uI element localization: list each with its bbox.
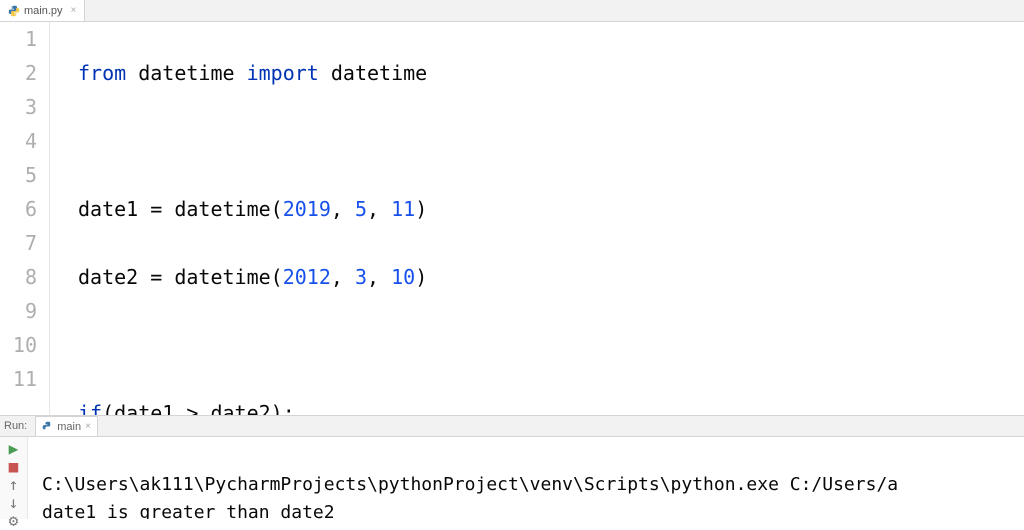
line-number-gutter: 1 2 3 4 5 6 7 8 9 10 11 — [0, 22, 50, 415]
run-tab-main[interactable]: main × — [35, 416, 98, 436]
run-tool-window-header: Run: main × — [0, 415, 1024, 437]
line-number: 8 — [0, 260, 37, 294]
code-line — [78, 124, 1024, 158]
close-icon[interactable]: × — [71, 5, 77, 16]
down-icon[interactable]: ↓ — [7, 495, 21, 509]
run-tab-label: main — [57, 421, 81, 433]
code-line — [78, 328, 1024, 362]
close-icon[interactable]: × — [85, 421, 91, 432]
settings-icon[interactable]: ⚙ — [7, 513, 21, 527]
run-toolbar: ▶ ■ ↑ ↓ ⚙ — [0, 437, 28, 519]
editor-tab-label: main.py — [24, 5, 63, 17]
editor-tab-main[interactable]: main.py × — [0, 0, 85, 21]
line-number: 3 — [0, 90, 37, 124]
up-icon[interactable]: ↑ — [7, 477, 21, 491]
line-number: 4 — [0, 124, 37, 158]
console-command: C:\Users\ak111\PycharmProjects\pythonPro… — [42, 474, 898, 495]
line-number: 9 — [0, 294, 37, 328]
rerun-icon[interactable]: ▶ — [7, 441, 21, 455]
line-number: 10 — [0, 328, 37, 362]
stop-icon[interactable]: ■ — [7, 459, 21, 473]
code-content[interactable]: from datetime import datetime date1 = da… — [50, 22, 1024, 415]
code-line: from datetime import datetime — [78, 56, 1024, 90]
line-number: 7 — [0, 226, 37, 260]
editor-tab-bar: main.py × — [0, 0, 1024, 22]
console-output[interactable]: C:\Users\ak111\PycharmProjects\pythonPro… — [28, 437, 1024, 519]
code-line: if(date1 > date2): — [78, 396, 1024, 415]
run-label: Run: — [4, 420, 27, 432]
line-number: 11 — [0, 362, 37, 396]
line-number: 6 — [0, 192, 37, 226]
run-tool-window: ▶ ■ ↑ ↓ ⚙ C:\Users\ak111\PycharmProjects… — [0, 437, 1024, 519]
python-file-icon — [8, 5, 20, 17]
code-line: date2 = datetime(2012, 3, 10) — [78, 260, 1024, 294]
python-file-icon — [42, 421, 53, 432]
line-number: 5 — [0, 158, 37, 192]
code-line: date1 = datetime(2019, 5, 11) — [78, 192, 1024, 226]
line-number: 1 — [0, 22, 37, 56]
console-stdout: date1 is greater than date2 — [42, 502, 335, 519]
line-number: 2 — [0, 56, 37, 90]
code-editor[interactable]: 1 2 3 4 5 6 7 8 9 10 11 from datetime im… — [0, 22, 1024, 415]
